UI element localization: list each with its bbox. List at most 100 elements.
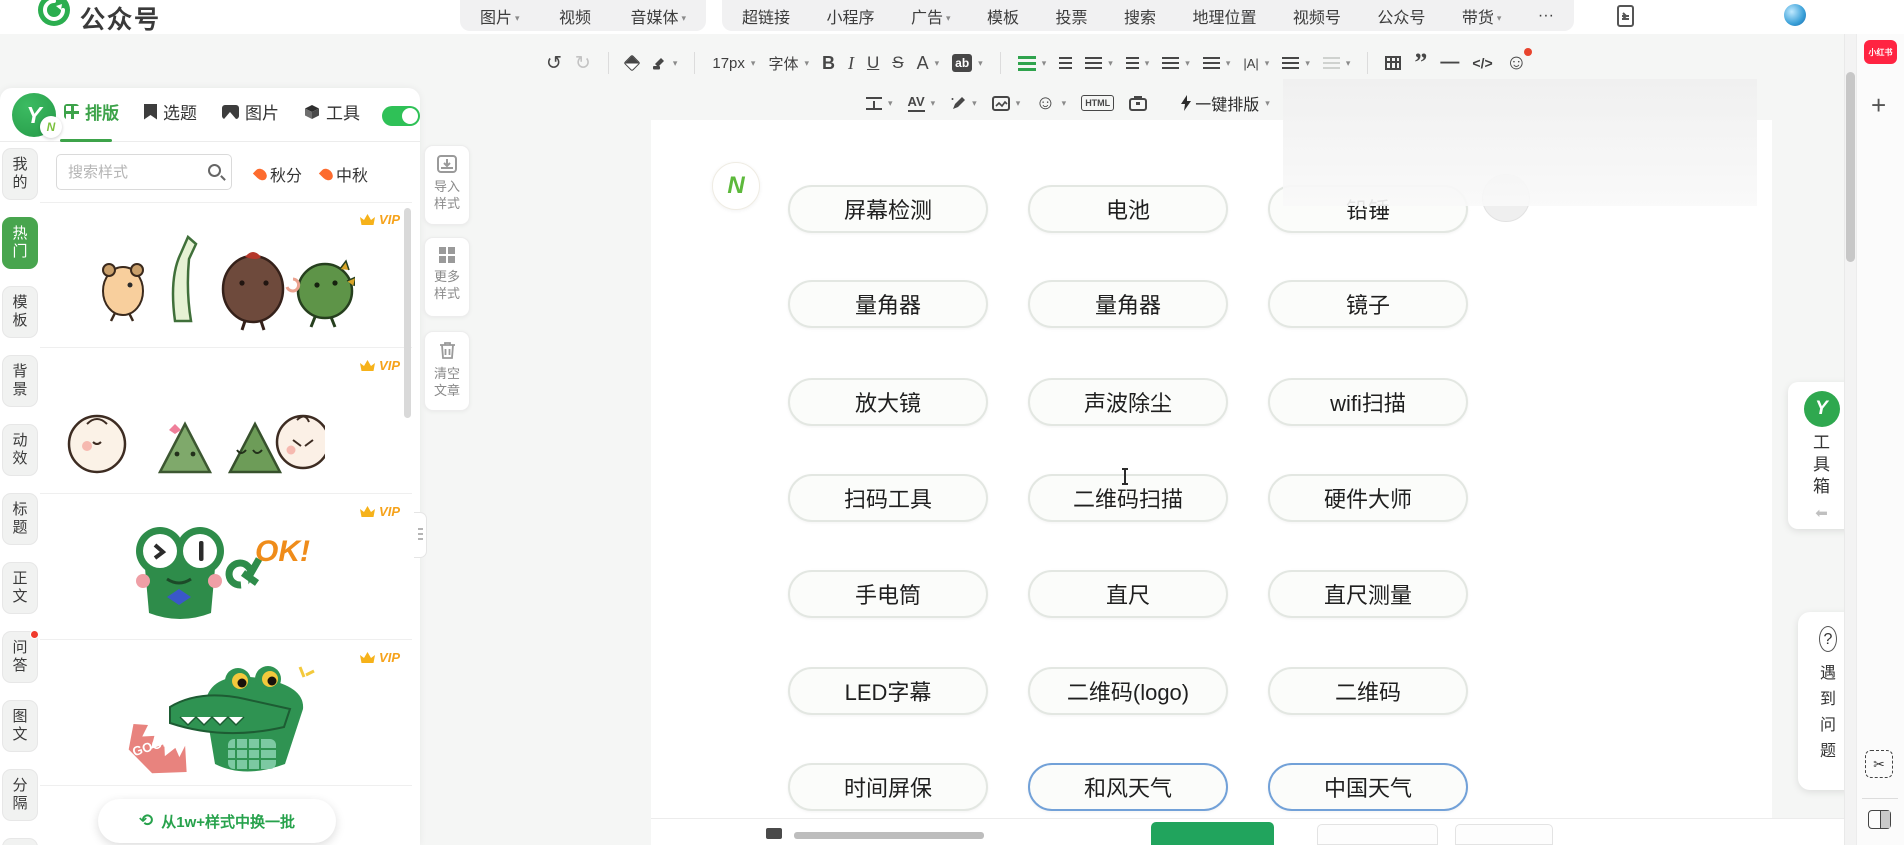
insert-image-button[interactable] xyxy=(991,95,1021,111)
paragraph-spacing-button[interactable] xyxy=(1162,57,1190,69)
tool-button[interactable]: LED字幕 xyxy=(788,667,988,715)
tool-button[interactable]: 硬件大师 xyxy=(1268,474,1468,522)
emoji-picker-button[interactable]: ☺ xyxy=(1035,92,1066,115)
hot-tag-mid-autumn[interactable]: 中秋 xyxy=(318,162,368,186)
letter-spacing-button[interactable]: |A| xyxy=(1243,56,1269,71)
margin-padding-button[interactable] xyxy=(866,96,893,110)
sidebar-nav-mine[interactable]: 我的 xyxy=(2,148,38,200)
bold-button[interactable]: B xyxy=(822,53,835,74)
menu-item-search[interactable]: 搜索 xyxy=(1124,4,1156,28)
italic-button[interactable]: I xyxy=(848,53,854,74)
tool-button[interactable]: 声波除尘 xyxy=(1028,378,1228,426)
sidebar-nav-imagetext[interactable]: 图文 xyxy=(2,700,38,752)
tab-topics[interactable]: 选题 xyxy=(144,99,197,124)
sidebar-nav-animation[interactable]: 动效 xyxy=(2,424,38,476)
sidebar-nav-divider[interactable]: 分隔 xyxy=(2,769,38,821)
one-click-layout-button[interactable]: 一键排版 xyxy=(1180,91,1270,115)
style-item-stickers[interactable]: VIP xyxy=(40,203,412,348)
page-scrollbar-thumb[interactable] xyxy=(1846,72,1855,262)
highlight-color-button[interactable]: ab xyxy=(952,54,983,72)
menu-item-hyperlink[interactable]: 超链接 xyxy=(742,4,790,28)
indent-button[interactable] xyxy=(1059,57,1073,69)
menu-item-goods[interactable]: 带货 xyxy=(1462,4,1502,28)
font-family-select[interactable]: 字体 xyxy=(768,53,809,74)
html-source-button[interactable]: HTML xyxy=(1081,95,1115,111)
menu-item-location[interactable]: 地理位置 xyxy=(1192,4,1256,28)
tool-button[interactable]: 直尺测量 xyxy=(1268,570,1468,618)
tab-images[interactable]: 图片 xyxy=(222,99,279,124)
beautify-pen-button[interactable] xyxy=(950,95,977,111)
toolbox-case-button[interactable] xyxy=(1129,95,1148,111)
tool-button[interactable]: 镜子 xyxy=(1268,280,1468,328)
blockquote-button[interactable]: ” xyxy=(1414,50,1427,76)
format-painter-button[interactable] xyxy=(651,55,678,71)
tool-button[interactable]: 中国天气 xyxy=(1268,763,1468,811)
underline-button[interactable]: U xyxy=(867,53,879,73)
tool-button[interactable]: 扫码工具 xyxy=(788,474,988,522)
tool-button[interactable]: 二维码 xyxy=(1268,667,1468,715)
word-spacing-button[interactable]: AV xyxy=(907,94,936,112)
tool-button[interactable]: 量角器 xyxy=(788,280,988,328)
menu-item-official-account[interactable]: 公众号 xyxy=(1377,4,1425,28)
menu-item-ad[interactable]: 广告 xyxy=(911,4,951,28)
split-panel-icon[interactable] xyxy=(1868,810,1891,829)
secondary-action-button-cropped[interactable] xyxy=(1455,824,1553,845)
more-styles-button[interactable]: 更多样式 xyxy=(424,237,470,317)
line-spacing-button[interactable] xyxy=(1202,57,1231,69)
menu-item-vote[interactable]: 投票 xyxy=(1055,4,1087,28)
menu-item-channels[interactable]: 视频号 xyxy=(1293,4,1341,28)
line-height-button[interactable] xyxy=(1017,55,1047,71)
clear-article-button[interactable]: 清空文章 xyxy=(424,331,470,411)
emoji-button[interactable]: ☺ xyxy=(1506,48,1533,75)
tool-button[interactable]: 屏幕检测 xyxy=(788,185,988,233)
sidebar-drag-handle[interactable] xyxy=(414,512,427,558)
list-scrollbar-thumb[interactable] xyxy=(404,208,411,418)
tool-button[interactable]: 直尺 xyxy=(1028,570,1228,618)
tool-button[interactable]: 放大镜 xyxy=(788,378,988,426)
undo-button[interactable]: ↺ xyxy=(546,52,562,75)
search-icon[interactable] xyxy=(208,164,221,177)
hot-tag-autumn-equinox[interactable]: 秋分 xyxy=(252,162,302,186)
tool-button[interactable]: wifi扫描 xyxy=(1268,378,1468,426)
secondary-action-button-cropped[interactable] xyxy=(1317,824,1438,845)
vertical-spacing-button[interactable] xyxy=(1125,57,1150,69)
sidebar-nav-guide[interactable]: 引导 xyxy=(2,838,38,845)
tab-tools[interactable]: 工具 xyxy=(304,99,360,124)
tool-button[interactable]: 手电筒 xyxy=(788,570,988,618)
tool-button[interactable]: 和风天气 xyxy=(1028,763,1228,811)
tool-button[interactable]: 时间屏保 xyxy=(788,763,988,811)
font-color-button[interactable]: A xyxy=(917,53,940,74)
menu-item-miniprogram[interactable]: 小程序 xyxy=(826,4,874,28)
menu-item-more[interactable]: ··· xyxy=(1538,7,1554,25)
style-item-stickers[interactable]: VIP xyxy=(40,349,412,494)
xiaohongshu-icon[interactable]: 小红书 xyxy=(1864,40,1897,64)
screenshot-scissors-icon[interactable]: ✂ xyxy=(1865,750,1893,778)
font-size-select[interactable]: 17px xyxy=(712,55,755,72)
tool-button[interactable]: 电池 xyxy=(1028,185,1228,233)
style-item-stickers[interactable]: VIP GOOD! xyxy=(40,641,412,786)
redo-button[interactable]: ↻ xyxy=(575,52,591,75)
align-button[interactable] xyxy=(1085,57,1113,69)
sidebar-nav-body[interactable]: 正文 xyxy=(2,562,38,614)
tool-button[interactable]: 量角器 xyxy=(1028,280,1228,328)
style-item-stickers[interactable]: VIP OK! xyxy=(40,495,412,640)
tab-layout[interactable]: 排版 xyxy=(64,99,119,124)
add-extension-icon[interactable]: + xyxy=(1871,90,1886,121)
assistant-n-badge[interactable]: N xyxy=(712,162,760,210)
sidebar-nav-template[interactable]: 模板 xyxy=(2,286,38,338)
tool-button[interactable]: 二维码(logo) xyxy=(1028,667,1228,715)
horizontal-rule-button[interactable]: — xyxy=(1440,52,1459,74)
list-button[interactable] xyxy=(1282,57,1310,69)
import-draft-icon[interactable] xyxy=(1612,3,1638,34)
table-button[interactable] xyxy=(1385,56,1402,70)
search-input[interactable] xyxy=(57,155,197,189)
refresh-styles-button[interactable]: ⟲ 从1w+样式中换一批 xyxy=(98,799,336,843)
import-style-button[interactable]: 导入样式 xyxy=(424,145,470,225)
menu-item-video[interactable]: 视频 xyxy=(559,4,591,28)
menu-item-audio[interactable]: 音媒体 xyxy=(630,4,686,28)
plugin-toggle[interactable] xyxy=(382,106,420,126)
primary-action-button-cropped[interactable] xyxy=(1151,822,1274,845)
sidebar-nav-hot[interactable]: 热门 xyxy=(2,217,38,269)
sidebar-nav-heading[interactable]: 标题 xyxy=(2,493,38,545)
menu-item-template[interactable]: 模板 xyxy=(987,4,1019,28)
